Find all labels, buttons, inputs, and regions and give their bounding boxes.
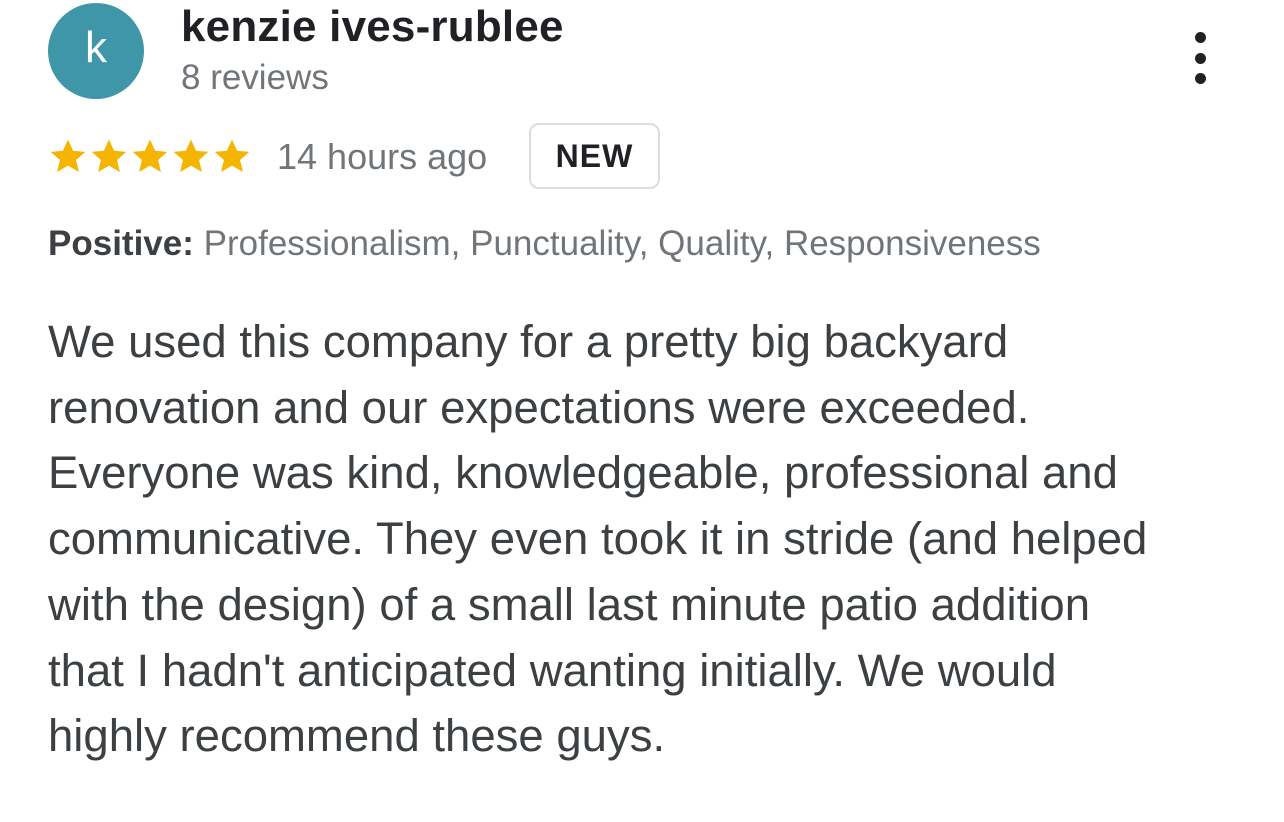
review-line: that I hadn't anticipated wanting initia… <box>48 644 1057 696</box>
star-icon <box>173 139 209 172</box>
star-icon <box>214 139 250 172</box>
more-vert-icon-dot <box>1194 73 1206 84</box>
more-options-button[interactable] <box>1182 28 1218 88</box>
review-line: Everyone was kind, knowledgeable, profes… <box>48 447 1118 499</box>
reviewer-name[interactable]: kenzie ives-rublee <box>181 2 564 52</box>
review-line: communicative. They even took it in stri… <box>48 513 1148 565</box>
review-line: renovation and our expectations were exc… <box>48 381 1030 433</box>
avatar-letter: k <box>85 23 107 72</box>
more-vert-icon-dot <box>1194 52 1206 64</box>
review-line: with the design) of a small last minute … <box>48 578 1091 630</box>
star-icon <box>50 139 86 172</box>
review-line: highly recommend these guys. <box>48 710 666 762</box>
star-rating <box>48 137 252 175</box>
avatar[interactable]: k <box>48 3 144 99</box>
review-time: 14 hours ago <box>277 136 488 177</box>
star-icon <box>91 139 127 172</box>
star-icon <box>132 139 168 172</box>
new-badge: NEW <box>529 123 660 189</box>
more-vert-icon <box>1194 32 1206 43</box>
review-line: We used this company for a pretty big ba… <box>48 316 1009 367</box>
reviewer-review-count: 8 reviews <box>181 58 329 97</box>
review-attributes: Positive: Professionalism, Punctuality, … <box>48 224 1041 264</box>
attributes-values: Professionalism, Punctuality, Quality, R… <box>203 224 1041 263</box>
review-text: We used this company for a pretty big ba… <box>48 309 1248 769</box>
attributes-label: Positive: <box>48 224 194 263</box>
